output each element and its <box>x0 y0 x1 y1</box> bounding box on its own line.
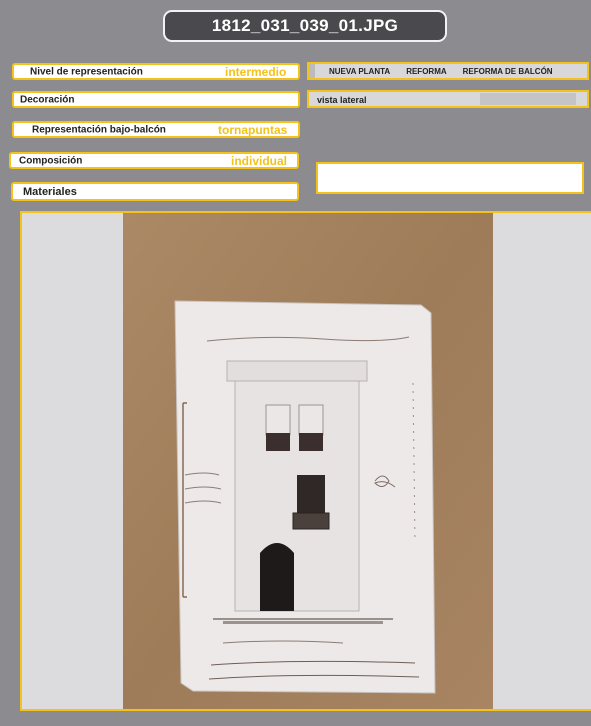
view-scroll[interactable] <box>480 93 576 105</box>
view-label: vista lateral <box>317 95 367 105</box>
field-label: Composición <box>19 155 83 166</box>
field-representacion-bajo-balcon[interactable]: Representación bajo-balcón tornapuntas <box>12 121 300 138</box>
image-viewer <box>20 211 591 711</box>
field-value: individual <box>231 153 288 168</box>
image-title: 1812_031_039_01.JPG <box>163 10 447 42</box>
notes-field[interactable] <box>316 162 584 194</box>
field-label: Materiales <box>23 185 77 198</box>
document-photo <box>123 213 493 709</box>
field-value: intermedio <box>225 64 287 79</box>
category-tabbar: NUEVA PLANTA REFORMA REFORMA DE BALCÓN <box>307 62 589 80</box>
field-nivel-representacion[interactable]: Nivel de representación intermedio <box>12 63 300 80</box>
tab-reforma[interactable]: REFORMA <box>398 67 454 76</box>
tab-nueva-planta[interactable]: NUEVA PLANTA <box>315 67 398 76</box>
field-decoracion[interactable]: Decoración <box>12 91 300 108</box>
field-label: Nivel de representación <box>30 66 143 77</box>
field-composicion[interactable]: Composición individual <box>9 152 299 169</box>
view-selector[interactable]: vista lateral <box>307 90 589 108</box>
drawing-svg <box>123 213 493 709</box>
field-label: Representación bajo-balcón <box>32 124 166 135</box>
field-label: Decoración <box>20 94 75 105</box>
field-materiales[interactable]: Materiales <box>11 182 299 201</box>
tab-reforma-balcon[interactable]: REFORMA DE BALCÓN <box>455 67 561 76</box>
field-value: tornapuntas <box>218 122 288 137</box>
